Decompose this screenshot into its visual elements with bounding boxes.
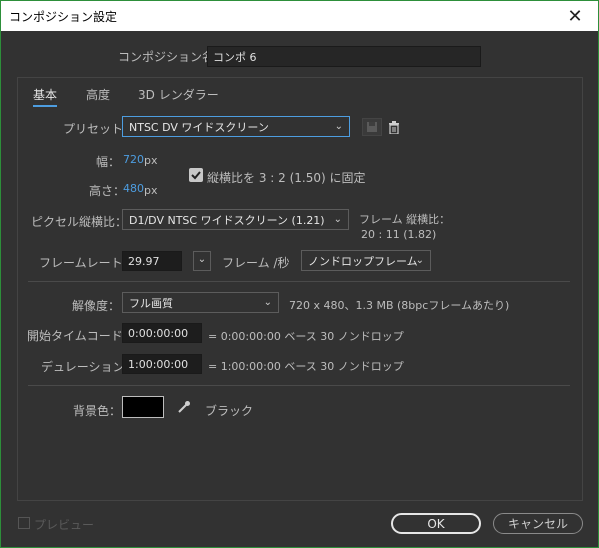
pixel-aspect-dropdown[interactable]: D1/DV NTSC ワイドスクリーン (1.21) ⌄ [122, 209, 349, 230]
divider [28, 385, 570, 386]
frame-aspect-value: 20 : 11 (1.82) [361, 228, 437, 241]
trash-icon [389, 120, 399, 134]
pixel-aspect-label: ピクセル縦横比： [31, 215, 128, 229]
frame-rate-unit: フレーム /秒 [222, 256, 290, 270]
background-color-name: ブラック [205, 404, 254, 418]
frame-rate-label: フレームレート： [39, 256, 135, 270]
chevron-down-icon: ⌄ [197, 253, 207, 265]
duration-info: = 1:00:00:00 ベース 30 ノンドロップ [208, 360, 404, 373]
comp-name-value: コンポ 6 [213, 50, 257, 64]
ok-button[interactable]: OK [391, 513, 481, 534]
composition-settings-dialog: コンポジション設定 ✕ コンポジション名： コンポ 6 基本 高度 3D レンダ… [0, 0, 599, 548]
lock-aspect-checkbox[interactable] [189, 168, 203, 182]
frame-aspect-label: フレーム 縦横比： [359, 213, 451, 226]
chevron-down-icon: ⌄ [333, 213, 342, 225]
resolution-label: 解像度： [72, 299, 121, 313]
start-timecode-input[interactable]: 0:00:00:00 [122, 323, 202, 343]
settings-panel [17, 77, 583, 501]
close-icon: ✕ [567, 5, 583, 27]
background-color-label: 背景色： [73, 404, 122, 418]
start-timecode-label: 開始タイムコード： [27, 329, 135, 343]
background-color-swatch[interactable] [122, 396, 164, 418]
delete-preset-button[interactable] [385, 118, 403, 136]
ok-button-label: OK [427, 516, 445, 531]
tab-3d-renderer[interactable]: 3D レンダラー [138, 86, 219, 103]
drop-frame-dropdown[interactable]: ノンドロップフレーム ⌄ [301, 250, 431, 271]
eyedropper-button[interactable] [175, 398, 193, 416]
cancel-button-label: キャンセル [507, 517, 568, 531]
duration-input[interactable]: 1:00:00:00 [122, 354, 202, 374]
chevron-down-icon: ⌄ [334, 120, 343, 132]
chevron-down-icon: ⌄ [415, 254, 424, 266]
eyedropper-icon [178, 401, 190, 413]
title-bar: コンポジション設定 ✕ [1, 1, 598, 31]
save-preset-button[interactable] [362, 118, 382, 136]
divider [28, 281, 570, 282]
drop-frame-value: ノンドロップフレーム [308, 254, 418, 268]
start-timecode-value: 0:00:00:00 [128, 326, 189, 340]
dialog-title: コンポジション設定 [9, 10, 118, 24]
preset-dropdown[interactable]: NTSC DV ワイドスクリーン ⌄ [122, 116, 350, 137]
frame-rate-input[interactable]: 29.97 [122, 251, 182, 271]
height-value[interactable]: 480 [123, 182, 144, 195]
width-label: 幅： [96, 155, 121, 169]
checkmark-icon [191, 171, 201, 180]
start-timecode-info: = 0:00:00:00 ベース 30 ノンドロップ [208, 330, 404, 343]
duration-value: 1:00:00:00 [128, 357, 189, 371]
cancel-button[interactable]: キャンセル [493, 513, 583, 534]
height-unit: px [144, 184, 158, 197]
tab-advanced[interactable]: 高度 [86, 86, 110, 103]
resolution-info: 720 x 480、1.3 MB (8bpcフレームあたり) [289, 299, 510, 312]
height-label: 高さ： [89, 184, 126, 198]
preview-label: プレビュー [34, 518, 95, 532]
comp-name-input[interactable]: コンポ 6 [207, 46, 481, 67]
preset-value: NTSC DV ワイドスクリーン [129, 120, 269, 134]
chevron-down-icon: ⌄ [263, 296, 272, 308]
lock-aspect-label: 縦横比を 3 : 2 (1.50) に固定 [207, 171, 366, 185]
resolution-dropdown[interactable]: フル画質 ⌄ [122, 292, 279, 313]
save-preset-icon [367, 122, 377, 132]
frame-rate-value: 29.97 [128, 254, 160, 268]
width-value[interactable]: 720 [123, 153, 144, 166]
pixel-aspect-value: D1/DV NTSC ワイドスクリーン (1.21) [129, 213, 325, 227]
tab-basic[interactable]: 基本 [33, 86, 58, 107]
resolution-value: フル画質 [129, 296, 173, 310]
frame-rate-dropdown-button[interactable]: ⌄ [193, 251, 211, 271]
preview-checkbox[interactable] [18, 517, 30, 529]
close-button[interactable]: ✕ [552, 1, 598, 31]
width-unit: px [144, 154, 158, 167]
